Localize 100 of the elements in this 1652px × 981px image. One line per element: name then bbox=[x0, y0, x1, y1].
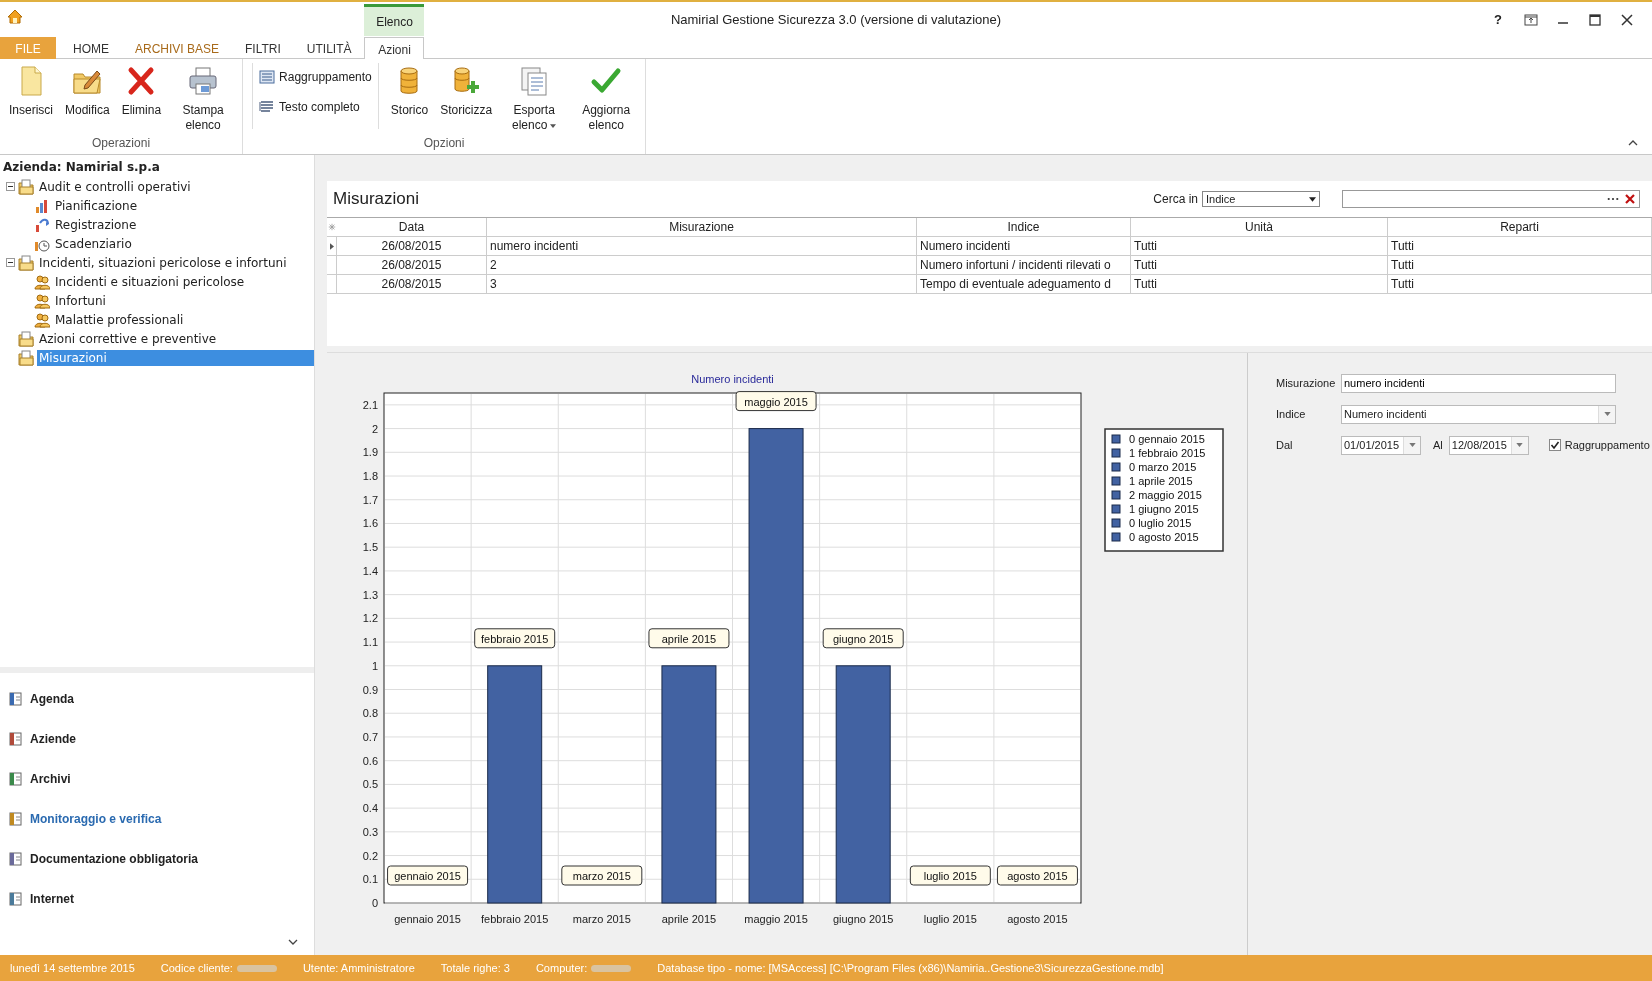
ribbon-button[interactable]: Elimina bbox=[115, 63, 168, 136]
tree-item[interactable]: Audit e controlli operativi bbox=[37, 178, 193, 195]
axis-tick-label: 0.5 bbox=[362, 778, 378, 791]
field-label: Indice bbox=[1276, 408, 1307, 420]
axis-tick-label: 1.9 bbox=[362, 446, 378, 459]
axis-tick-label: 0.4 bbox=[362, 802, 378, 815]
ribbon-button[interactable]: Modifica bbox=[59, 63, 116, 136]
table-cell: 2 bbox=[487, 256, 917, 274]
ribbon-button[interactable]: Aggiorna elenco bbox=[570, 63, 643, 136]
help-button[interactable]: ? bbox=[1490, 12, 1506, 27]
axis-tick-label: 1.4 bbox=[362, 564, 378, 577]
contextual-tab-group: Elenco bbox=[364, 4, 425, 36]
table-cell: Numero infortuni / incidenti rilevati o bbox=[917, 256, 1131, 274]
restore-icon[interactable] bbox=[1524, 12, 1538, 27]
axis-tick-label: 1.2 bbox=[362, 612, 378, 625]
data-label: febbraio 2015 bbox=[474, 628, 556, 649]
caret-icon bbox=[1516, 443, 1524, 447]
table-cell: 26/08/2015 bbox=[337, 275, 487, 293]
column-header[interactable]: Indice bbox=[917, 218, 1131, 236]
node-icon bbox=[34, 216, 50, 233]
status-text: Database tipo - nome: [MSAccess] [C:\Program Files (x86)\Namiria..Gestione3\SicurezzaGestione.mdb] bbox=[657, 962, 1164, 974]
lines-icon bbox=[259, 99, 276, 115]
legend-item: 1 giugno 2015 bbox=[1111, 503, 1199, 515]
axis-tick-label: agosto 2015 bbox=[1007, 913, 1068, 925]
status-text: Utente: Amministratore bbox=[302, 962, 415, 974]
ribbon-button[interactable]: Storico bbox=[384, 63, 435, 136]
column-header[interactable]: Data bbox=[337, 218, 487, 236]
maximize-icon[interactable] bbox=[1588, 12, 1602, 27]
table-cell: 26/08/2015 bbox=[337, 256, 487, 274]
axis-tick-label: 0.7 bbox=[362, 730, 378, 743]
folder-icon bbox=[18, 254, 34, 271]
table-cell: 26/08/2015 bbox=[337, 237, 487, 255]
grouping-checkbox[interactable]: Raggruppamento bbox=[1548, 439, 1650, 451]
node-icon bbox=[34, 273, 50, 290]
legend-item: 0 luglio 2015 bbox=[1111, 517, 1192, 529]
caret-icon bbox=[1408, 443, 1416, 447]
tree-item[interactable]: Pianificazione bbox=[53, 197, 140, 214]
tree-item[interactable]: Malattie professionali bbox=[53, 311, 186, 328]
ribbon-button[interactable]: Raggruppamento bbox=[259, 69, 372, 85]
ribbon-button[interactable]: Storicizza bbox=[434, 63, 499, 136]
search-field[interactable] bbox=[1342, 190, 1640, 208]
list-icon bbox=[259, 69, 276, 85]
axis-tick-label: 2 bbox=[371, 422, 378, 435]
column-header[interactable]: Misurazione bbox=[487, 218, 917, 236]
data-label: maggio 2015 bbox=[735, 391, 817, 412]
date-picker[interactable]: 01/01/2015 bbox=[1341, 435, 1421, 455]
more-icon[interactable] bbox=[1607, 197, 1619, 201]
status-text: Codice cliente: bbox=[160, 962, 233, 974]
axis-tick-label: 1.5 bbox=[362, 541, 378, 554]
group-label: Operazioni bbox=[91, 136, 152, 152]
ribbon-button[interactable]: Inserisci bbox=[3, 63, 59, 136]
chart-title: Numero incidenti bbox=[691, 373, 774, 385]
scope-dropdown[interactable]: Indice bbox=[1202, 191, 1320, 207]
ribbon-button[interactable]: Stampa elenco bbox=[167, 63, 240, 136]
table-cell: Tutti bbox=[1388, 237, 1652, 255]
nav-item[interactable]: Aziende bbox=[0, 719, 314, 759]
date-picker[interactable]: 12/08/2015 bbox=[1448, 435, 1529, 455]
caret-icon bbox=[1309, 196, 1316, 202]
axis-tick-label: marzo 2015 bbox=[572, 913, 631, 925]
folder-icon bbox=[18, 349, 34, 366]
node-icon bbox=[34, 197, 50, 214]
tree-item[interactable]: Scadenziario bbox=[53, 235, 134, 252]
close-icon[interactable] bbox=[1620, 12, 1634, 27]
nav-item[interactable]: Monitoraggio e verifica bbox=[0, 799, 314, 839]
tree-item[interactable]: Azioni correttive e preventive bbox=[37, 330, 219, 347]
ribbon-button[interactable]: Testo completo bbox=[259, 99, 372, 115]
ribbon-tab[interactable]: ARCHIVI BASE bbox=[122, 37, 233, 61]
tree-item[interactable]: Incidenti e situazioni pericolose bbox=[53, 273, 247, 290]
tree-item[interactable]: Infortuni bbox=[53, 292, 108, 309]
legend-item: 0 gennaio 2015 bbox=[1111, 433, 1205, 445]
measurement-field[interactable]: numero incidenti bbox=[1341, 373, 1616, 393]
tree-item[interactable]: Registrazione bbox=[53, 216, 139, 233]
collapse-toggle-icon[interactable] bbox=[6, 258, 15, 267]
nav-item[interactable]: Documentazione obbligatoria bbox=[0, 839, 314, 879]
column-header[interactable]: Reparti bbox=[1388, 218, 1652, 236]
section-title: Misurazioni bbox=[333, 189, 420, 209]
node-icon bbox=[34, 292, 50, 309]
column-header[interactable]: Unità bbox=[1131, 218, 1388, 236]
index-dropdown[interactable]: Numero incidenti bbox=[1341, 404, 1616, 424]
chevron-down-icon[interactable] bbox=[288, 939, 298, 945]
axis-tick-label: 1.7 bbox=[362, 493, 378, 506]
ribbon-tab[interactable]: HOME bbox=[60, 37, 122, 61]
axis-tick-label: 1.1 bbox=[362, 636, 378, 649]
ribbon-tab[interactable]: UTILITÀ bbox=[293, 37, 365, 61]
ribbon-button[interactable]: Esporta elenco bbox=[498, 63, 571, 136]
caret-icon bbox=[550, 123, 557, 128]
axis-tick-label: 1.6 bbox=[362, 517, 378, 530]
collapse-toggle-icon[interactable] bbox=[6, 182, 15, 191]
nav-item[interactable]: Agenda bbox=[0, 679, 314, 719]
ribbon-tab[interactable]: FILTRI bbox=[232, 37, 294, 61]
nav-item[interactable]: Internet bbox=[0, 879, 314, 919]
nav-item[interactable]: Archivi bbox=[0, 759, 314, 799]
tree-item[interactable]: Incidenti, situazioni pericolose e infortuni bbox=[37, 254, 289, 271]
clear-icon[interactable] bbox=[1625, 194, 1635, 204]
company-label: Azienda: Namirial s.p.a bbox=[2, 159, 161, 176]
axis-tick-label: 0.8 bbox=[362, 707, 378, 720]
field-label: Al bbox=[1433, 439, 1443, 451]
collapse-icon[interactable] bbox=[1628, 140, 1638, 146]
axis-tick-label: maggio 2015 bbox=[744, 913, 808, 925]
house-icon[interactable] bbox=[7, 9, 23, 25]
